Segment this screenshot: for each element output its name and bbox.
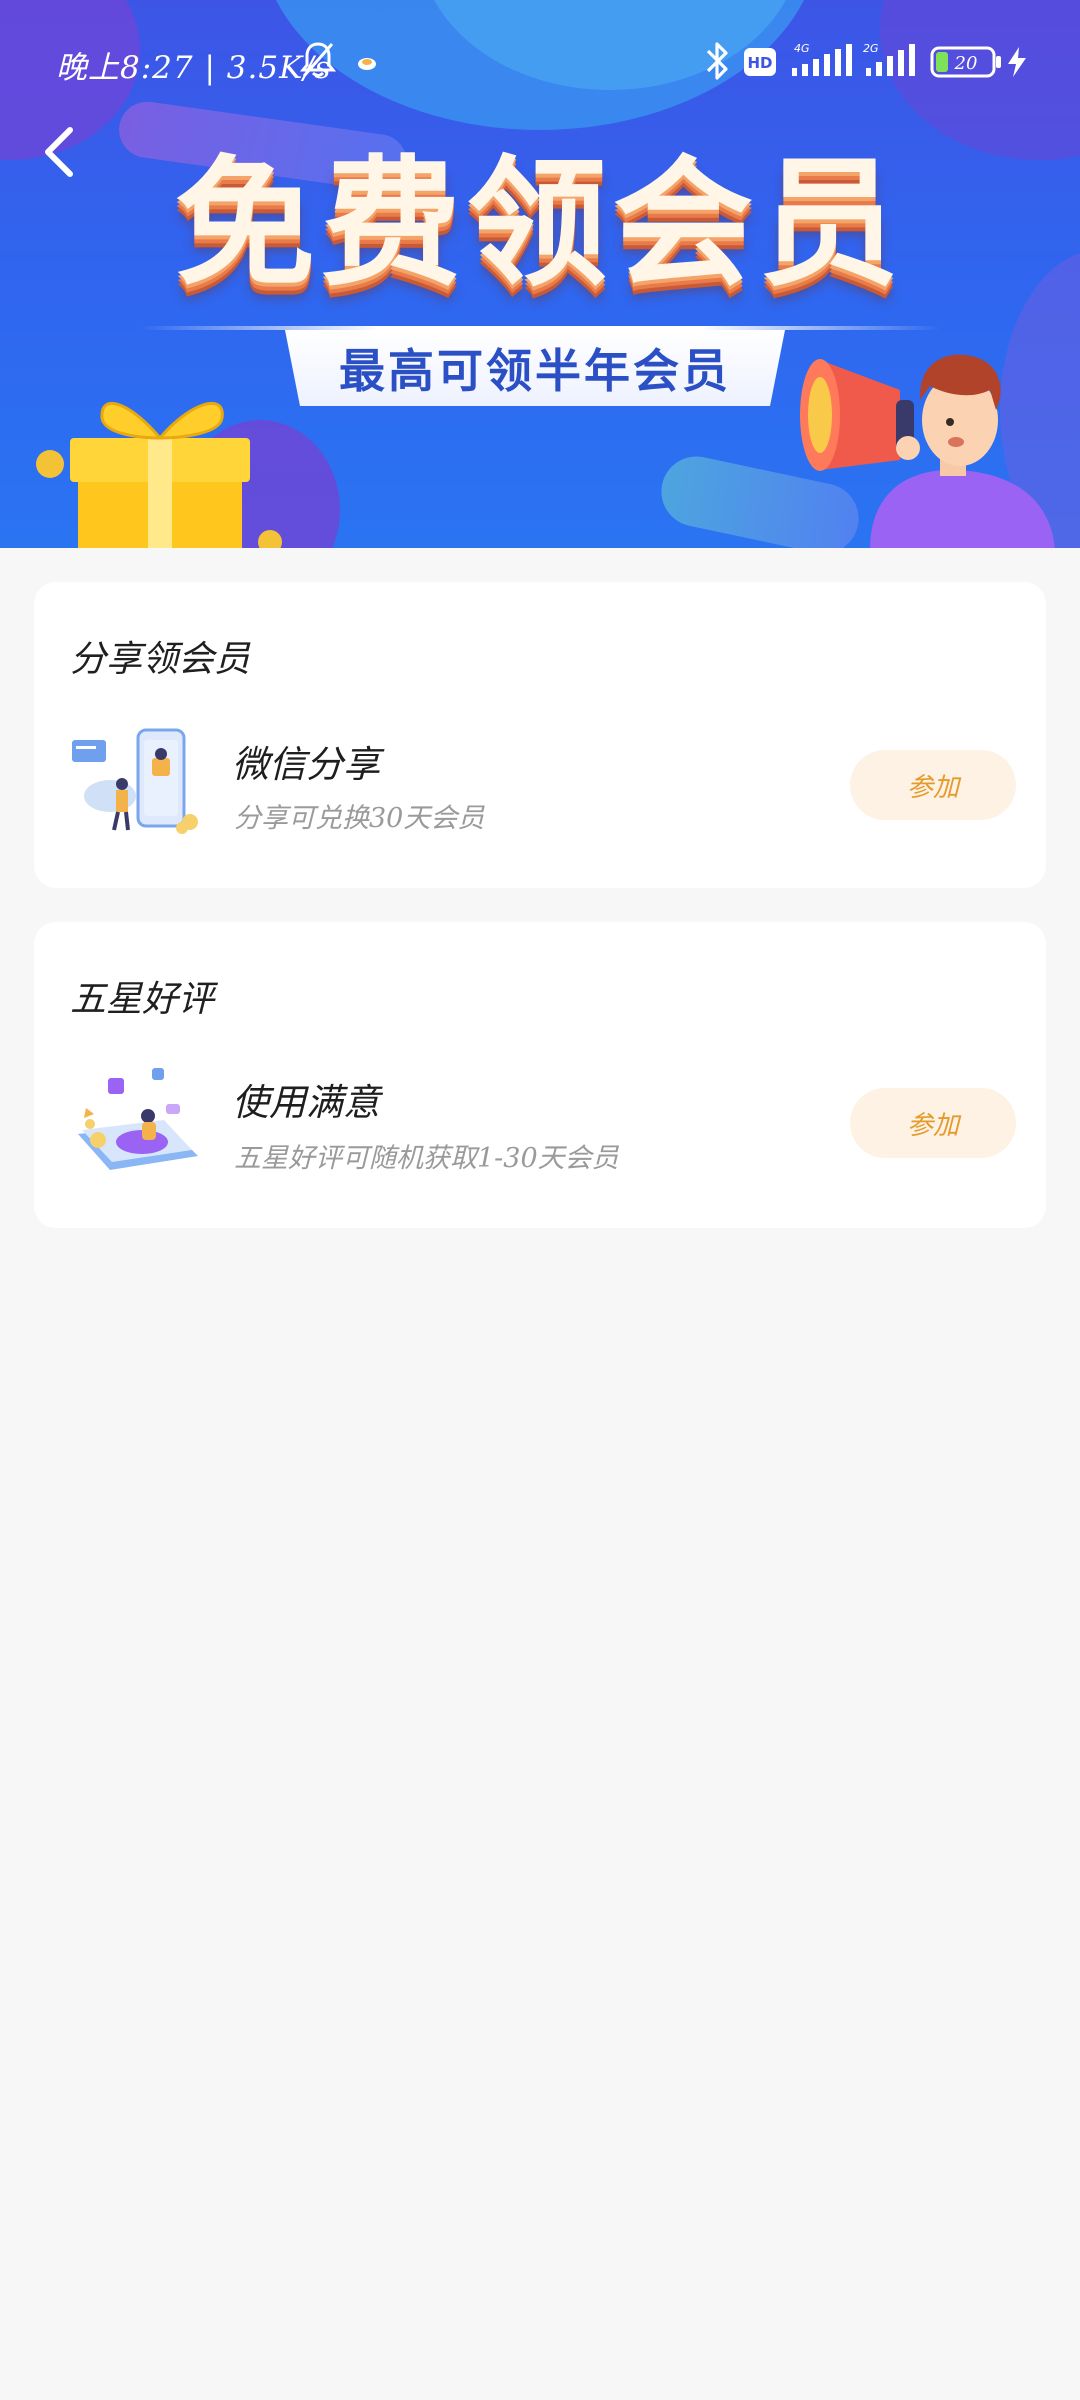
phone-share-illustration (70, 726, 202, 834)
section-heading: 五星好评 (70, 979, 215, 1020)
signal-icon: 4G (788, 40, 856, 84)
item-description: 五星好评可随机获取1-30天会员 (234, 1143, 619, 1174)
bluetooth-icon (702, 40, 732, 86)
status-bar: 晚上8:27 | 3.5K/s HD 4G 2G 20 (0, 0, 1080, 124)
join-review-button[interactable]: 参加 (850, 1088, 1016, 1158)
network-type-label: 4G (794, 42, 810, 55)
gift-box-icon (30, 382, 290, 548)
banner-subtitle-plate: 最高可领半年会员 (285, 330, 785, 406)
banner-title: 免费领会员 (174, 143, 905, 306)
svg-text:HD: HD (747, 54, 772, 72)
section-heading: 分享领会员 (70, 639, 251, 680)
charging-icon (1006, 46, 1028, 82)
header-banner: 晚上8:27 | 3.5K/s HD 4G 2G 20 免费领会员 最高可领半年… (0, 0, 1080, 548)
tablet-review-illustration (70, 1064, 202, 1172)
svg-text:2G: 2G (863, 42, 879, 55)
battery-icon: 20 (930, 46, 1002, 82)
hd-icon: HD (744, 48, 776, 80)
review-section-card: 五星好评 使用满意 五星好评可随机获取1-30天会员 参加 (34, 922, 1046, 1228)
svg-text:20: 20 (954, 53, 978, 74)
back-button[interactable] (24, 116, 96, 188)
share-section-card: 分享领会员 微信分享 分享可兑换30天会员 参加 (34, 582, 1046, 888)
notification-icon (356, 54, 378, 76)
join-wechat-share-button[interactable]: 参加 (850, 750, 1016, 820)
status-time: 晚上8:27 | 3.5K/s (56, 50, 332, 86)
item-title: 微信分享 (232, 743, 380, 786)
megaphone-character-illustration (800, 330, 1080, 548)
item-description: 分享可兑换30天会员 (234, 803, 485, 834)
back-arrow-icon (45, 127, 73, 177)
bell-muted-icon (299, 40, 337, 84)
item-title: 使用满意 (232, 1081, 380, 1124)
signal-icon: 2G (862, 40, 918, 84)
banner-subtitle: 最高可领半年会员 (339, 344, 731, 398)
